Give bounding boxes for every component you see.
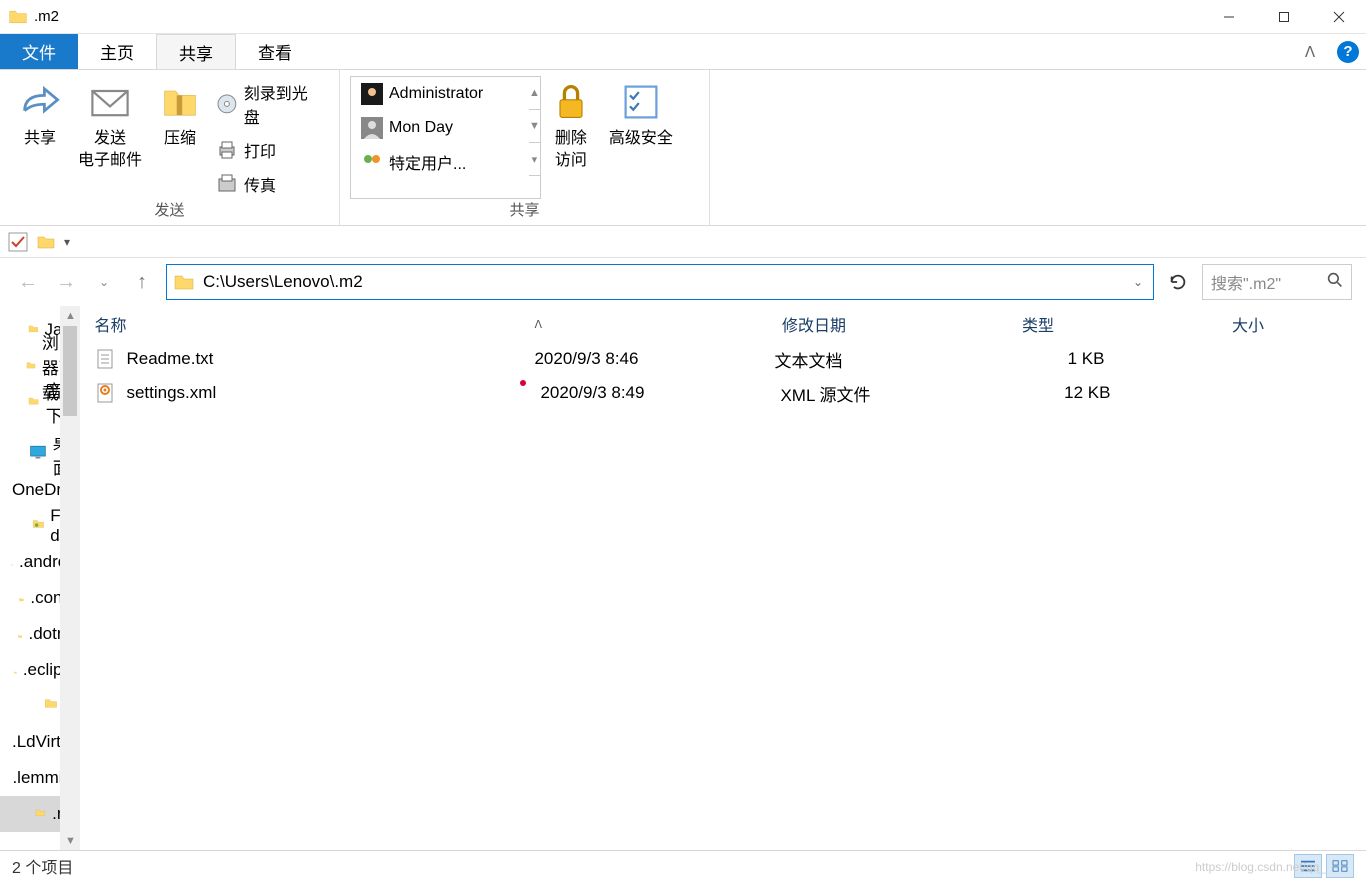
folder-icon: [28, 319, 39, 341]
group-label-send: 发送: [0, 199, 339, 225]
column-headers[interactable]: 名称 ᐱ 修改日期 类型 大小: [80, 306, 1366, 342]
minimize-button[interactable]: [1201, 0, 1256, 34]
nav-forward-button[interactable]: →: [52, 268, 80, 296]
checklist-icon: [619, 80, 663, 124]
xml-icon: [94, 382, 116, 404]
folder-icon[interactable]: [36, 232, 56, 252]
view-icons-button[interactable]: [1326, 854, 1354, 878]
file-type: XML 源文件: [780, 381, 990, 406]
col-size[interactable]: 大小: [1232, 312, 1352, 336]
nav-back-button[interactable]: ←: [14, 268, 42, 296]
share-users-list[interactable]: Administrator Mon Day 特定用户... ▲▼▾: [350, 76, 541, 199]
tab-file[interactable]: 文件: [0, 34, 78, 69]
fax-icon: [216, 173, 238, 195]
txt-icon: [94, 348, 116, 370]
file-size: 12 KB: [990, 383, 1110, 403]
close-button[interactable]: [1311, 0, 1366, 34]
nav-recent-button[interactable]: ⌄: [90, 268, 118, 296]
help-button[interactable]: ?: [1330, 34, 1366, 69]
file-date: 2020/9/3 8:49: [540, 383, 780, 403]
address-bar[interactable]: C:\Users\Lenovo\.m2 ⌄: [166, 264, 1154, 300]
search-placeholder: 搜索".m2": [1211, 270, 1281, 294]
quick-access-dropdown[interactable]: ▾: [64, 235, 70, 249]
watermark: https://blog.csdn.net/qq_: [1195, 860, 1326, 874]
folder-icon: [35, 803, 46, 825]
ribbon: 共享 发送 电子邮件 压缩 刻录到光盘 打印 传真 发送 Administrat…: [0, 70, 1366, 226]
sidebar-scrollbar[interactable]: ▲▼: [60, 306, 80, 851]
file-date: 2020/9/3 8:46: [534, 349, 774, 369]
col-date[interactable]: 修改日期: [782, 312, 1022, 336]
window-title: .m2: [34, 8, 1201, 25]
fax-button[interactable]: 传真: [210, 170, 329, 198]
user-row[interactable]: Mon Day: [357, 111, 529, 145]
group-label-share: 共享: [340, 199, 709, 225]
folder-icon: [18, 623, 22, 645]
desktop-icon: [29, 443, 47, 465]
folder-icon: [26, 355, 36, 377]
lock-icon: [549, 80, 593, 124]
tab-home[interactable]: 主页: [78, 34, 156, 69]
sort-indicator-icon: ᐱ: [534, 318, 542, 331]
status-bar: 2 个项目: [0, 850, 1366, 880]
search-icon: [1327, 272, 1343, 293]
file-type: 文本文档: [774, 347, 984, 372]
item-count: 2 个项目: [12, 854, 73, 878]
tab-view[interactable]: 查看: [236, 34, 314, 69]
user-icon: [32, 515, 45, 537]
refresh-button[interactable]: [1164, 268, 1192, 296]
address-dropdown[interactable]: ⌄: [1129, 275, 1147, 289]
share-arrow-icon: [18, 80, 62, 124]
col-name[interactable]: 名称: [94, 312, 534, 336]
zip-icon: [158, 80, 202, 124]
people-icon: [361, 151, 383, 173]
print-icon: [216, 139, 238, 161]
quick-access-bar: ▾: [0, 226, 1366, 258]
folder-icon: [8, 7, 28, 27]
maximize-button[interactable]: [1256, 0, 1311, 34]
checkbox-icon[interactable]: [8, 232, 28, 252]
user-list-scroll[interactable]: ▲▼▾: [529, 77, 540, 198]
remove-access-button[interactable]: 删除 访问: [541, 76, 601, 199]
address-bar-row: ← → ⌄ ↑ C:\Users\Lenovo\.m2 ⌄ 搜索".m2": [0, 258, 1366, 306]
zip-button[interactable]: 压缩: [150, 76, 210, 199]
folder-icon: [28, 391, 39, 413]
file-row[interactable]: settings.xml 2020/9/3 8:49XML 源文件12 KB: [80, 376, 1366, 410]
nav-up-button[interactable]: ↑: [128, 268, 156, 296]
address-path[interactable]: C:\Users\Lenovo\.m2: [203, 272, 1121, 292]
collapse-ribbon-button[interactable]: ᐱ: [1290, 34, 1330, 69]
burn-disc-button[interactable]: 刻录到光盘: [210, 78, 329, 130]
disc-icon: [216, 93, 238, 115]
share-button[interactable]: 共享: [10, 76, 70, 199]
folder-icon: [19, 587, 24, 609]
advanced-security-button[interactable]: 高级安全: [601, 76, 681, 199]
print-button[interactable]: 打印: [210, 136, 329, 164]
file-list: 名称 ᐱ 修改日期 类型 大小 Readme.txt 2020/9/3 8:46文…: [80, 306, 1366, 851]
folder-icon: [14, 659, 17, 681]
avatar-icon: [361, 117, 383, 139]
search-input[interactable]: 搜索".m2": [1202, 264, 1352, 300]
file-row[interactable]: Readme.txt 2020/9/3 8:46文本文档1 KB: [80, 342, 1366, 376]
folder-icon: [11, 551, 13, 573]
mail-icon: [88, 80, 132, 124]
folder-icon: [173, 271, 195, 293]
ribbon-tabs: 文件 主页 共享 查看 ᐱ ?: [0, 34, 1366, 70]
nav-tree[interactable]: Java浏览器下载音乐下载桌面OneDriveFri day.android.c…: [0, 306, 80, 851]
user-row[interactable]: Administrator: [357, 77, 529, 111]
title-bar: .m2: [0, 0, 1366, 34]
tab-share[interactable]: 共享: [156, 34, 236, 69]
avatar-icon: [361, 83, 383, 105]
user-row[interactable]: 特定用户...: [357, 145, 529, 179]
file-name: settings.xml: [126, 383, 216, 403]
file-name: Readme.txt: [126, 349, 213, 369]
folder-icon: [44, 695, 58, 717]
col-type[interactable]: 类型: [1022, 312, 1232, 336]
file-size: 1 KB: [984, 349, 1104, 369]
email-button[interactable]: 发送 电子邮件: [70, 76, 150, 199]
